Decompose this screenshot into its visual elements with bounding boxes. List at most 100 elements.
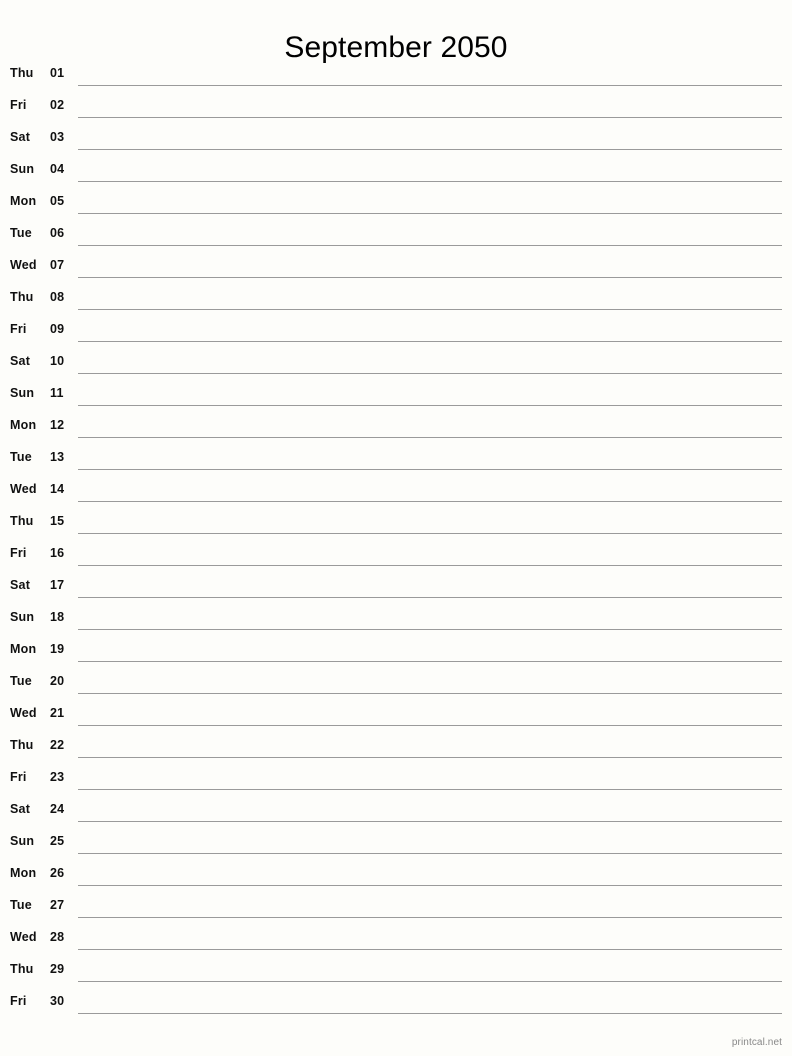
- writing-line[interactable]: [78, 629, 782, 630]
- day-row: Fri 23: [0, 764, 792, 796]
- writing-line[interactable]: [78, 565, 782, 566]
- day-row: Thu 15: [0, 508, 792, 540]
- day-number-label: 01: [50, 66, 65, 80]
- day-row: Tue 20: [0, 668, 792, 700]
- day-number-label: 26: [50, 866, 65, 880]
- writing-line[interactable]: [78, 821, 782, 822]
- day-number-label: 22: [50, 738, 65, 752]
- day-number-label: 04: [50, 162, 65, 176]
- day-of-week-label: Mon: [10, 866, 37, 880]
- writing-line[interactable]: [78, 597, 782, 598]
- writing-line[interactable]: [78, 757, 782, 758]
- calendar-page: September 2050 Thu 01 Fri 02 Sat 03 Sun 04 Mon 05…: [0, 0, 792, 1056]
- writing-line[interactable]: [78, 85, 782, 86]
- writing-line[interactable]: [78, 1013, 782, 1014]
- day-number-label: 13: [50, 450, 65, 464]
- day-of-week-label: Thu: [10, 66, 34, 80]
- day-of-week-label: Wed: [10, 482, 37, 496]
- day-number-label: 16: [50, 546, 65, 560]
- day-number-label: 28: [50, 930, 65, 944]
- day-of-week-label: Sun: [10, 834, 35, 848]
- day-number-label: 24: [50, 802, 65, 816]
- day-of-week-label: Wed: [10, 930, 37, 944]
- day-of-week-label: Thu: [10, 514, 34, 528]
- day-of-week-label: Sat: [10, 130, 31, 144]
- writing-line[interactable]: [78, 693, 782, 694]
- day-row: Wed 28: [0, 924, 792, 956]
- day-of-week-label: Thu: [10, 738, 34, 752]
- writing-line[interactable]: [78, 181, 782, 182]
- writing-line[interactable]: [78, 661, 782, 662]
- day-of-week-label: Sun: [10, 610, 35, 624]
- writing-line[interactable]: [78, 373, 782, 374]
- day-row: Sun 18: [0, 604, 792, 636]
- writing-line[interactable]: [78, 789, 782, 790]
- day-number-label: 05: [50, 194, 65, 208]
- day-of-week-label: Sun: [10, 386, 35, 400]
- day-row: Tue 13: [0, 444, 792, 476]
- writing-line[interactable]: [78, 405, 782, 406]
- day-of-week-label: Thu: [10, 962, 34, 976]
- day-of-week-label: Sat: [10, 578, 31, 592]
- day-row: Mon 19: [0, 636, 792, 668]
- writing-line[interactable]: [78, 501, 782, 502]
- day-number-label: 21: [50, 706, 65, 720]
- day-number-label: 06: [50, 226, 65, 240]
- day-number-label: 02: [50, 98, 65, 112]
- day-of-week-label: Mon: [10, 642, 37, 656]
- day-number-label: 19: [50, 642, 65, 656]
- day-number-label: 30: [50, 994, 65, 1008]
- day-number-label: 08: [50, 290, 65, 304]
- day-number-label: 15: [50, 514, 65, 528]
- day-of-week-label: Sat: [10, 802, 31, 816]
- writing-line[interactable]: [78, 437, 782, 438]
- day-of-week-label: Fri: [10, 322, 27, 336]
- day-row: Tue 06: [0, 220, 792, 252]
- day-row: Thu 29: [0, 956, 792, 988]
- day-number-label: 23: [50, 770, 65, 784]
- writing-line[interactable]: [78, 245, 782, 246]
- writing-line[interactable]: [78, 341, 782, 342]
- writing-line[interactable]: [78, 981, 782, 982]
- day-of-week-label: Fri: [10, 994, 27, 1008]
- writing-line[interactable]: [78, 949, 782, 950]
- day-of-week-label: Sun: [10, 162, 35, 176]
- writing-line[interactable]: [78, 277, 782, 278]
- writing-line[interactable]: [78, 149, 782, 150]
- writing-line[interactable]: [78, 213, 782, 214]
- day-number-label: 10: [50, 354, 65, 368]
- day-row: Wed 21: [0, 700, 792, 732]
- day-number-label: 25: [50, 834, 65, 848]
- day-number-label: 11: [50, 386, 64, 400]
- day-row: Sun 25: [0, 828, 792, 860]
- day-row: Wed 07: [0, 252, 792, 284]
- day-number-label: 03: [50, 130, 65, 144]
- day-of-week-label: Tue: [10, 898, 32, 912]
- day-of-week-label: Fri: [10, 546, 27, 560]
- day-row: Sun 04: [0, 156, 792, 188]
- day-number-label: 18: [50, 610, 65, 624]
- day-row: Fri 16: [0, 540, 792, 572]
- day-row: Sat 10: [0, 348, 792, 380]
- day-of-week-label: Fri: [10, 770, 27, 784]
- day-number-label: 07: [50, 258, 65, 272]
- writing-line[interactable]: [78, 117, 782, 118]
- day-row: Thu 08: [0, 284, 792, 316]
- writing-line[interactable]: [78, 917, 782, 918]
- day-row: Wed 14: [0, 476, 792, 508]
- writing-line[interactable]: [78, 725, 782, 726]
- writing-line[interactable]: [78, 533, 782, 534]
- day-number-label: 29: [50, 962, 65, 976]
- writing-line[interactable]: [78, 885, 782, 886]
- writing-line[interactable]: [78, 469, 782, 470]
- day-of-week-label: Wed: [10, 706, 37, 720]
- writing-line[interactable]: [78, 853, 782, 854]
- day-row: Fri 02: [0, 92, 792, 124]
- writing-line[interactable]: [78, 309, 782, 310]
- day-number-label: 09: [50, 322, 65, 336]
- day-number-label: 14: [50, 482, 65, 496]
- day-of-week-label: Tue: [10, 450, 32, 464]
- day-number-label: 20: [50, 674, 65, 688]
- day-of-week-label: Tue: [10, 226, 32, 240]
- footer-attribution: printcal.net: [731, 1037, 782, 1048]
